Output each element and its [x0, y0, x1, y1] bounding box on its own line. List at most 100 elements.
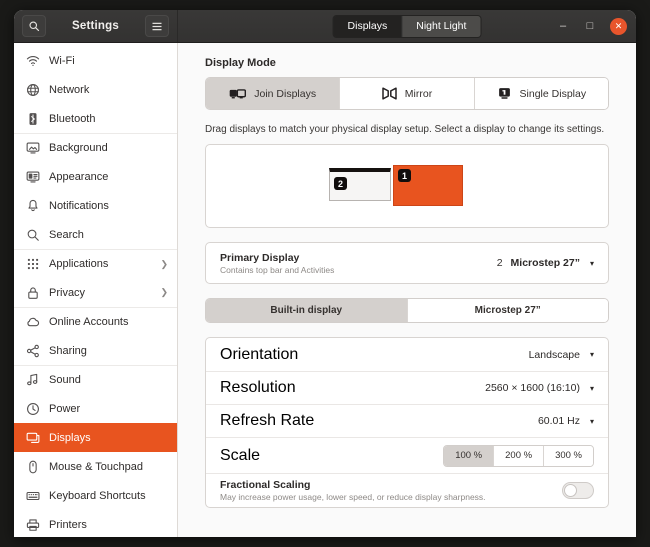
main-menu-button[interactable]	[145, 15, 169, 37]
sidebar-item-label: Sound	[49, 374, 168, 386]
window-titlebar: Settings Displays Night Light – □ ✕	[14, 10, 636, 43]
mode-mirror[interactable]: Mirror	[340, 78, 474, 109]
tab-night-light[interactable]: Night Light	[402, 16, 480, 37]
sidebar-item-label: Background	[49, 142, 168, 154]
sidebar-item-notifications[interactable]: Notifications	[14, 191, 177, 220]
display-settings-card: Orientation Landscape ▾ Resolution 2560 …	[205, 337, 609, 508]
scale-option-300[interactable]: 300 %	[544, 446, 593, 466]
view-switcher: Displays Night Light	[333, 15, 482, 38]
sidebar-item-applications[interactable]: Applications❯	[14, 249, 177, 278]
window-title: Settings	[52, 20, 139, 32]
search-icon	[28, 20, 40, 32]
resolution-value: 2560 × 1600 (16:10)	[485, 382, 580, 394]
sidebar-item-keyboard-shortcuts[interactable]: Keyboard Shortcuts	[14, 481, 177, 510]
orientation-row[interactable]: Orientation Landscape ▾	[206, 338, 608, 371]
minimize-button[interactable]: –	[556, 20, 570, 32]
search-button[interactable]	[22, 15, 46, 37]
hamburger-menu-icon	[151, 21, 163, 32]
primary-display-index: 2	[497, 257, 503, 269]
sidebar-item-background[interactable]: Background	[14, 133, 177, 162]
chevron-down-icon: ▾	[590, 259, 594, 268]
refresh-rate-value-group[interactable]: 60.01 Hz ▾	[538, 415, 594, 427]
display-tab-builtin[interactable]: Built-in display	[206, 299, 408, 322]
display-selector-tabs: Built-in display Microstep 27”	[205, 298, 609, 323]
tab-displays[interactable]: Displays	[334, 16, 403, 37]
display-mode-title: Display Mode	[205, 57, 609, 69]
toggle-knob	[564, 484, 577, 497]
chevron-right-icon: ❯	[160, 259, 168, 270]
sidebar-item-privacy[interactable]: Privacy❯	[14, 278, 177, 307]
fractional-scaling-row: Fractional Scaling May increase power us…	[206, 473, 608, 507]
scale-row: Scale 100 % 200 % 300 %	[206, 437, 608, 473]
refresh-rate-label: Refresh Rate	[220, 412, 538, 430]
titlebar-right: Displays Night Light – □ ✕	[178, 10, 636, 42]
sidebar-item-label: Online Accounts	[49, 316, 168, 328]
search-icon	[26, 228, 40, 242]
bell-icon	[25, 198, 40, 213]
resolution-value-group[interactable]: 2560 × 1600 (16:10) ▾	[485, 382, 594, 394]
appearance-icon	[25, 169, 40, 184]
share-icon	[25, 343, 40, 358]
refresh-rate-row[interactable]: Refresh Rate 60.01 Hz ▾	[206, 404, 608, 437]
sidebar-item-search[interactable]: Search	[14, 220, 177, 249]
bluetooth-icon	[25, 111, 40, 126]
mode-join-displays-label: Join Displays	[254, 88, 316, 100]
close-button[interactable]: ✕	[610, 18, 627, 35]
sidebar-item-mouse-touchpad[interactable]: Mouse & Touchpad	[14, 452, 177, 481]
sidebar-item-wi-fi[interactable]: Wi-Fi	[14, 46, 177, 75]
primary-display-title: Primary Display	[220, 252, 497, 264]
background-icon	[25, 141, 40, 156]
monitor-1-badge: 1	[398, 169, 411, 182]
printer-icon	[25, 517, 40, 532]
primary-display-row[interactable]: Primary Display Contains top bar and Act…	[206, 243, 608, 283]
apps-grid-icon	[25, 257, 40, 272]
primary-display-value[interactable]: 2 Microstep 27” ▾	[497, 257, 594, 269]
power-icon	[25, 401, 40, 416]
maximize-button[interactable]: □	[583, 20, 597, 32]
monitor-1[interactable]: 1	[393, 165, 463, 206]
sidebar-item-power[interactable]: Power	[14, 394, 177, 423]
monitor-2-badge: 2	[334, 177, 347, 190]
network-icon	[26, 83, 40, 97]
orientation-value-group[interactable]: Landscape ▾	[529, 349, 594, 361]
fractional-scaling-labels: Fractional Scaling May increase power us…	[220, 479, 562, 502]
sidebar-item-printers[interactable]: Printers	[14, 510, 177, 537]
display-tab-microstep[interactable]: Microstep 27”	[408, 299, 609, 322]
mode-single-display-label: Single Display	[520, 88, 587, 100]
display-mode-selector: Join Displays Mirror	[205, 77, 609, 110]
scale-option-100[interactable]: 100 %	[444, 446, 494, 466]
scale-selector: 100 % 200 % 300 %	[443, 445, 594, 467]
primary-display-labels: Primary Display Contains top bar and Act…	[220, 252, 497, 275]
sidebar-item-network[interactable]: Network	[14, 75, 177, 104]
sidebar-item-displays[interactable]: Displays	[14, 423, 177, 452]
displays-icon	[26, 431, 40, 445]
sidebar-item-online-accounts[interactable]: Online Accounts	[14, 307, 177, 336]
sidebar-item-appearance[interactable]: Appearance	[14, 162, 177, 191]
mode-join-displays[interactable]: Join Displays	[206, 78, 340, 109]
window-body: Wi-FiNetworkBluetooth Background Appearanc…	[14, 43, 636, 537]
orientation-label: Orientation	[220, 346, 529, 364]
settings-sidebar[interactable]: Wi-FiNetworkBluetooth Background Appearanc…	[14, 43, 178, 537]
window-controls: – □ ✕	[556, 18, 627, 35]
resolution-row[interactable]: Resolution 2560 × 1600 (16:10) ▾	[206, 371, 608, 404]
chevron-down-icon: ▾	[590, 384, 594, 393]
monitor-2[interactable]: 2	[329, 168, 391, 201]
sidebar-item-label: Sharing	[49, 345, 168, 357]
background-icon	[26, 141, 40, 155]
sidebar-item-sound[interactable]: Sound	[14, 365, 177, 394]
mouse-icon	[25, 459, 40, 474]
wifi-icon	[26, 54, 40, 68]
display-arrangement-canvas[interactable]: 2 1	[205, 144, 609, 228]
sidebar-item-label: Appearance	[49, 171, 168, 183]
bell-icon	[26, 199, 40, 213]
cloud-icon	[26, 315, 40, 329]
sidebar-item-bluetooth[interactable]: Bluetooth	[14, 104, 177, 133]
keyboard-icon	[25, 488, 40, 503]
scale-option-200[interactable]: 200 %	[494, 446, 544, 466]
sidebar-item-sharing[interactable]: Sharing	[14, 336, 177, 365]
mode-single-display[interactable]: Single Display	[475, 78, 608, 109]
bluetooth-icon	[26, 112, 40, 126]
fractional-scaling-title: Fractional Scaling	[220, 479, 562, 491]
fractional-scaling-toggle[interactable]	[562, 482, 594, 499]
scale-label: Scale	[220, 447, 443, 465]
